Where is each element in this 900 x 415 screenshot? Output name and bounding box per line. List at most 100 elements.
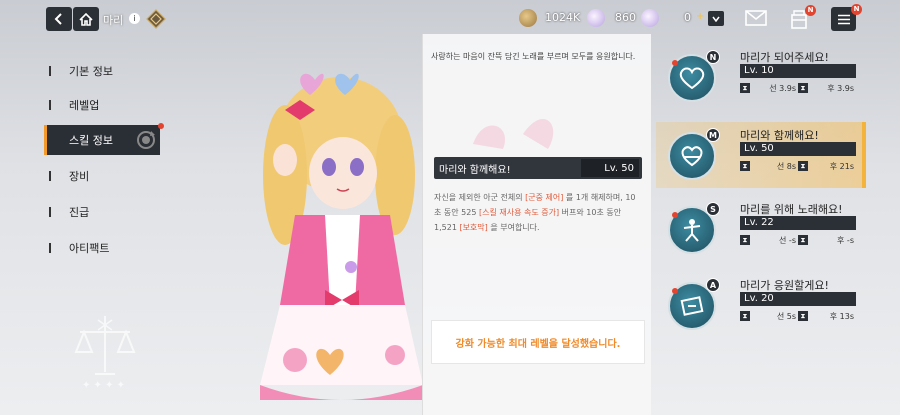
hourglass-icon: ⧗	[740, 235, 750, 245]
nav-item-label: 레벨업	[69, 99, 100, 112]
skill-card-auto[interactable]: A 마리가 응원할게요! Lv. 20 ⧗ 선 5s ⧗ 후 13s	[656, 272, 866, 338]
microphone-heart-icon	[681, 146, 703, 167]
resource-dropdown-button[interactable]	[708, 11, 724, 26]
back-button[interactable]	[46, 7, 72, 31]
gem-icon	[587, 9, 605, 27]
nav-item-skill-info[interactable]: 스킬 정보	[44, 123, 164, 155]
hourglass-icon: ⧗	[798, 161, 808, 171]
hourglass-icon: ⧗	[798, 311, 808, 321]
skill-detail-panel: 사랑하는 마음이 잔뜩 담긴 노래를 부르며 모두를 응원합니다. 마리와 함께…	[422, 34, 651, 415]
plus-icon: +	[696, 11, 705, 22]
skill-name: 마리와 함께해요!	[439, 164, 511, 176]
menu-button[interactable]: N	[831, 4, 862, 31]
libra-scale-icon: ✦ ✦ ✦ ✦	[74, 316, 136, 391]
extra-count: 0	[684, 11, 691, 24]
refresh-cycle-icon	[137, 131, 155, 149]
hourglass-icon: ⧗	[798, 235, 808, 245]
skill-header: 마리와 함께해요! Lv. 50	[434, 157, 642, 179]
chevron-left-icon	[54, 13, 62, 25]
gem-count: 860	[615, 11, 636, 24]
effect-text: 을 부여합니다.	[487, 223, 540, 232]
cooldown-after: ⧗ 후 13s	[798, 310, 856, 322]
hourglass-icon: ⧗	[798, 83, 808, 93]
cooldown-after: ⧗ 후 3.9s	[798, 82, 856, 94]
nav-item-promotion[interactable]: 진급	[44, 197, 160, 227]
nav-marker	[49, 66, 51, 76]
skill-type-badge: M	[706, 128, 720, 142]
hourglass-icon: ⧗	[740, 311, 750, 321]
petal-decoration-icon	[473, 118, 554, 149]
skill-icon-wrap: A	[668, 278, 720, 330]
nav-item-basic-info[interactable]: 기본 정보	[44, 56, 160, 86]
max-level-notice: 강화 가능한 최대 레벨을 달성했습니다.	[431, 320, 645, 364]
cooldown-after: ⧗ 후 -s	[798, 234, 856, 246]
cooldown-first: ⧗ 선 3.9s	[740, 82, 798, 94]
svg-text:✦ ✦ ✦ ✦: ✦ ✦ ✦ ✦	[82, 380, 125, 391]
cooldown-first: ⧗ 선 -s	[740, 234, 798, 246]
nav-item-label: 아티팩트	[69, 242, 110, 255]
skill-card-level: Lv. 22	[740, 216, 856, 230]
skill-type-badge: S	[706, 202, 720, 216]
nav-item-label: 진급	[69, 206, 90, 219]
skill-card-level: Lv. 20	[740, 292, 856, 306]
notification-dot	[672, 288, 678, 294]
skill-card-normal[interactable]: N 마리가 되어주세요! Lv. 10 ⧗ 선 3.9s ⧗ 후 3.9s	[656, 44, 866, 110]
nav-item-level-up[interactable]: 레벨업	[44, 90, 160, 120]
skill-icon-wrap: M	[668, 128, 720, 180]
top-bar: 마리 i 1024K 860 0 + N N	[0, 0, 900, 38]
skill-card-name: 마리가 응원할게요!	[740, 279, 829, 292]
mail-icon[interactable]	[745, 10, 767, 26]
skill-icon-wrap: N	[668, 50, 720, 102]
storage-button[interactable]: N	[789, 5, 816, 34]
cooldown-after: ⧗ 후 21s	[798, 160, 856, 172]
coin-icon	[519, 9, 537, 27]
nav-item-artifact[interactable]: 아티팩트	[44, 233, 160, 263]
skill-effect-text: 자신을 제외한 아군 전체의 [군중 제어] 를 1개 해제하며, 10초 동안…	[434, 190, 642, 235]
skill-card-name: 마리가 되어주세요!	[740, 51, 829, 64]
notification-dot	[672, 60, 678, 66]
chevron-down-icon	[712, 16, 720, 22]
nav-item-label: 스킬 정보	[69, 134, 113, 147]
cheer-card-icon	[680, 296, 704, 316]
skill-type-badge: A	[706, 278, 720, 292]
skill-description: 사랑하는 마음이 잔뜩 담긴 노래를 부르며 모두를 응원합니다.	[431, 52, 636, 61]
hourglass-icon: ⧗	[740, 161, 750, 171]
skill-type-badge: N	[706, 50, 720, 64]
effect-highlight: [스킬 재사용 속도 증가]	[478, 208, 560, 217]
character-name: 마리	[103, 14, 124, 27]
max-level-text: 강화 가능한 최대 레벨을 달성했습니다.	[455, 338, 621, 350]
skill-card-special[interactable]: S 마리를 위해 노래해요! Lv. 22 ⧗ 선 -s ⧗ 후 -s	[656, 196, 866, 262]
home-button[interactable]	[73, 7, 99, 31]
home-icon	[79, 12, 93, 26]
hourglass-icon: ⧗	[740, 83, 750, 93]
nav-marker	[49, 243, 51, 253]
skill-card-name: 마리와 함께해요!	[740, 129, 819, 142]
skill-card-level: Lv. 10	[740, 64, 856, 78]
heart-icon	[679, 67, 705, 89]
nav-item-label: 기본 정보	[69, 65, 113, 78]
skill-card-name: 마리를 위해 노래해요!	[740, 203, 843, 216]
coin-count: 1024K	[545, 11, 581, 24]
skill-card-main[interactable]: M 마리와 함께해요! Lv. 50 ⧗ 선 8s ⧗ 후 21s	[656, 122, 866, 188]
rank-emblem-icon[interactable]	[146, 9, 166, 29]
notification-badge: N	[851, 4, 862, 15]
premium-gem-icon	[641, 9, 659, 27]
info-icon[interactable]: i	[129, 13, 140, 24]
nav-item-equipment[interactable]: 장비	[44, 161, 160, 191]
notification-badge: N	[805, 5, 816, 16]
skill-card-level: Lv. 50	[740, 142, 856, 156]
hamburger-menu-icon	[837, 14, 850, 24]
effect-highlight: [군중 제어]	[525, 193, 564, 202]
skill-icon-wrap: S	[668, 202, 720, 254]
cooldown-first: ⧗ 선 5s	[740, 310, 798, 322]
skill-level: Lv. 50	[581, 159, 639, 177]
nav-item-label: 장비	[69, 170, 90, 183]
nav-marker	[49, 171, 51, 181]
cooldown-first: ⧗ 선 8s	[740, 160, 798, 172]
character-portrait	[260, 73, 423, 400]
notification-dot	[158, 123, 164, 129]
effect-highlight: [보호막]	[459, 223, 488, 232]
dancing-figure-icon	[683, 219, 701, 242]
notification-dot	[672, 212, 678, 218]
nav-marker	[44, 125, 47, 155]
